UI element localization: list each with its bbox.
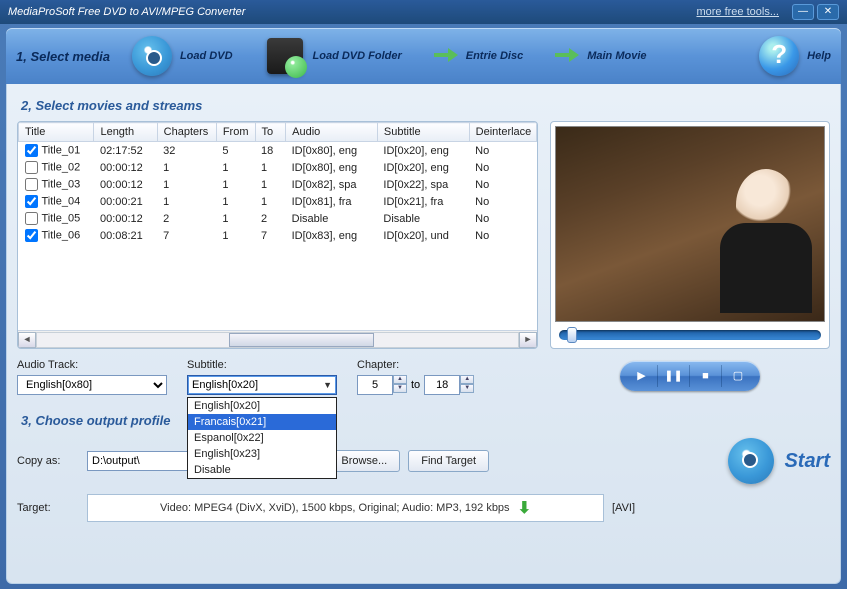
column-header[interactable]: Deinterlace <box>469 123 536 142</box>
dvd-folder-icon <box>263 34 307 78</box>
arrow-icon <box>432 34 460 78</box>
table-row[interactable]: Title_0200:00:12111ID[0x80], engID[0x20]… <box>19 159 537 176</box>
table-row[interactable]: Title_0600:08:21717ID[0x83], engID[0x20]… <box>19 227 537 244</box>
load-dvd-folder-button[interactable]: Load DVD Folder <box>263 34 402 78</box>
column-header[interactable]: Subtitle <box>377 123 469 142</box>
pause-button[interactable]: ❚❚ <box>658 365 690 387</box>
movies-table-panel: TitleLengthChaptersFromToAudioSubtitleDe… <box>17 121 538 349</box>
preview-panel <box>550 121 830 349</box>
table-row[interactable]: Title_0500:00:12212DisableDisableNo <box>19 210 537 227</box>
help-button[interactable]: ? Help <box>757 34 831 78</box>
browse-button[interactable]: Browse... <box>328 450 400 472</box>
column-header[interactable]: Audio <box>286 123 378 142</box>
subtitle-value: English[0x20] <box>192 379 258 391</box>
row-checkbox[interactable] <box>25 195 38 208</box>
row-checkbox[interactable] <box>25 144 38 157</box>
column-header[interactable]: Length <box>94 123 157 142</box>
scroll-right-button[interactable]: ► <box>519 332 537 348</box>
chapter-to-label: to <box>411 379 420 391</box>
snapshot-button[interactable]: ▢ <box>722 365 754 387</box>
scroll-thumb[interactable] <box>229 333 373 347</box>
load-dvd-button[interactable]: Load DVD <box>130 34 233 78</box>
stop-button[interactable]: ■ <box>690 365 722 387</box>
horizontal-scrollbar[interactable]: ◄ ► <box>18 330 537 348</box>
disc-icon <box>728 438 774 484</box>
entire-disc-label: Entrie Disc <box>466 50 523 62</box>
chapter-to-up[interactable]: ▲ <box>460 375 474 384</box>
target-label: Target: <box>17 502 79 514</box>
more-tools-link[interactable]: more free tools... <box>696 6 779 18</box>
subtitle-option[interactable]: Disable <box>188 462 336 478</box>
audio-track-select[interactable]: English[0x80] <box>17 375 167 395</box>
step2-label: 2, Select movies and streams <box>21 98 830 113</box>
row-checkbox[interactable] <box>25 229 38 242</box>
play-button[interactable]: ▶ <box>626 365 658 387</box>
target-desc: Video: MPEG4 (DivX, XviD), 1500 kbps, Or… <box>160 502 510 514</box>
column-header[interactable]: Title <box>19 123 94 142</box>
subtitle-option[interactable]: Francais[0x21] <box>188 414 336 430</box>
toolbar: 1, Select media Load DVD Load DVD Folder… <box>6 28 841 84</box>
chapter-to-down[interactable]: ▼ <box>460 384 474 393</box>
movies-table[interactable]: TitleLengthChaptersFromToAudioSubtitleDe… <box>18 122 537 244</box>
avi-tag: [AVI] <box>612 502 652 514</box>
main-movie-button[interactable]: Main Movie <box>553 34 646 78</box>
chevron-down-icon: ▼ <box>323 380 332 390</box>
step1-label: 1, Select media <box>16 49 110 64</box>
table-row[interactable]: Title_0102:17:5232518ID[0x80], engID[0x2… <box>19 142 537 160</box>
row-checkbox[interactable] <box>25 212 38 225</box>
scroll-track[interactable] <box>36 332 519 348</box>
start-label: Start <box>784 450 830 473</box>
close-button[interactable]: ✕ <box>817 4 839 20</box>
seek-thumb[interactable] <box>567 327 577 343</box>
disc-icon <box>130 34 174 78</box>
entire-disc-button[interactable]: Entrie Disc <box>432 34 523 78</box>
column-header[interactable]: Chapters <box>157 123 216 142</box>
column-header[interactable]: To <box>255 123 286 142</box>
subtitle-option[interactable]: Espanol[0x22] <box>188 430 336 446</box>
seek-slider[interactable] <box>559 330 821 340</box>
row-checkbox[interactable] <box>25 161 38 174</box>
main-movie-label: Main Movie <box>587 50 646 62</box>
help-label: Help <box>807 50 831 62</box>
row-checkbox[interactable] <box>25 178 38 191</box>
chapter-from-input[interactable] <box>357 375 393 395</box>
arrow-icon <box>553 34 581 78</box>
subtitle-dropdown[interactable]: English[0x20]Francais[0x21]Espanol[0x22]… <box>187 397 337 479</box>
chapter-to-input[interactable] <box>424 375 460 395</box>
target-profile-select[interactable]: Video: MPEG4 (DivX, XviD), 1500 kbps, Or… <box>87 494 604 522</box>
chapter-label: Chapter: <box>357 359 474 371</box>
help-icon: ? <box>757 34 801 78</box>
subtitle-option[interactable]: English[0x20] <box>188 398 336 414</box>
load-dvd-label: Load DVD <box>180 50 233 62</box>
subtitle-select[interactable]: English[0x20] ▼ <box>187 375 337 395</box>
copy-as-label: Copy as: <box>17 455 79 467</box>
column-header[interactable]: From <box>216 123 255 142</box>
start-button[interactable]: Start <box>728 438 830 484</box>
table-row[interactable]: Title_0300:00:12111ID[0x82], spaID[0x22]… <box>19 176 537 193</box>
player-controls: ▶ ❚❚ ■ ▢ <box>620 361 760 391</box>
app-title: MediaProSoft Free DVD to AVI/MPEG Conver… <box>8 6 696 18</box>
subtitle-label: Subtitle: <box>187 359 337 371</box>
find-target-button[interactable]: Find Target <box>408 450 489 472</box>
subtitle-option[interactable]: English[0x23] <box>188 446 336 462</box>
video-preview[interactable] <box>555 126 825 322</box>
chapter-from-down[interactable]: ▼ <box>393 384 407 393</box>
scroll-left-button[interactable]: ◄ <box>18 332 36 348</box>
dropdown-arrow-icon: ⬇ <box>518 498 531 518</box>
chapter-from-up[interactable]: ▲ <box>393 375 407 384</box>
load-folder-label: Load DVD Folder <box>313 50 402 62</box>
step3-label: 3, Choose output profile <box>21 413 830 428</box>
minimize-button[interactable]: — <box>792 4 814 20</box>
table-row[interactable]: Title_0400:00:21111ID[0x81], fraID[0x21]… <box>19 193 537 210</box>
audio-track-label: Audio Track: <box>17 359 167 371</box>
